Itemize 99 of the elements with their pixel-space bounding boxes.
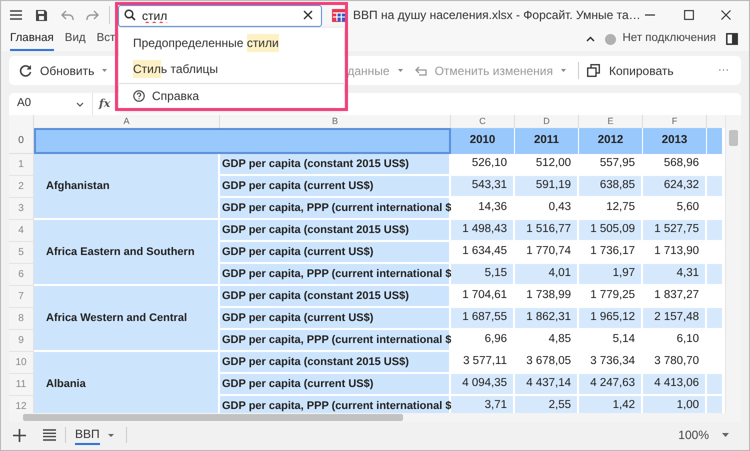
table-cell: 543,31	[451, 176, 515, 198]
toolbar-button[interactable]: Копировать	[587, 62, 674, 80]
list-icon[interactable]	[43, 429, 56, 441]
toolbar-button[interactable]: Обновить	[19, 62, 94, 80]
row-header[interactable]: 2	[9, 176, 34, 198]
more-button[interactable]: ···	[716, 62, 731, 79]
table-cell	[707, 374, 722, 396]
search-field[interactable]: стил	[118, 5, 322, 27]
table-cell: 4 094,35	[451, 374, 515, 396]
caret-icon[interactable]	[398, 69, 403, 72]
caret-icon[interactable]	[561, 69, 566, 72]
table-cell: GDP per capita (constant 2015 US$)	[220, 352, 451, 374]
row-header[interactable]: 4	[9, 220, 34, 242]
row-header[interactable]: 10	[9, 352, 34, 374]
table-cell: 1 965,12	[579, 308, 643, 330]
table-cell: 5,15	[451, 264, 515, 286]
row-header[interactable]: 1	[9, 154, 34, 176]
table-cell: 1,42	[579, 396, 643, 414]
table-cell: GDP per capita (constant 2015 US$)	[220, 220, 451, 242]
table-cell: GDP per capita (current US$)	[220, 176, 451, 198]
table-cell: 4,31	[643, 264, 707, 286]
table-cell: Africa Western and Central	[34, 286, 220, 352]
maximize-icon[interactable]	[684, 10, 694, 20]
table-cell: 4,01	[515, 264, 579, 286]
row-header[interactable]: 5	[9, 242, 34, 264]
table-cell: 591,19	[515, 176, 579, 198]
table-cell: Albania	[34, 352, 220, 414]
table-cell: 1 505,09	[579, 220, 643, 242]
table-cell	[707, 128, 722, 154]
undo-icon[interactable]	[61, 10, 74, 20]
table-cell: 638,85	[579, 176, 643, 198]
help-icon	[133, 90, 145, 102]
caret-icon[interactable]	[108, 434, 114, 436]
column-heading-cell: 2011	[515, 128, 579, 154]
return-arrow-icon	[414, 66, 428, 76]
row-header[interactable]: 7	[9, 286, 34, 308]
panel-icon[interactable]	[726, 33, 738, 45]
table-icon[interactable]	[332, 8, 346, 22]
table-cell: 2 157,48	[643, 308, 707, 330]
table-cell: 2,55	[515, 396, 579, 414]
table-cell: 4 437,14	[515, 374, 579, 396]
window-title: ВВП на душу населения.xlsx - Форсайт. Умные та…	[353, 7, 641, 24]
connection-status: Нет подключения	[622, 31, 716, 46]
row-header[interactable]: 0	[9, 128, 34, 154]
zoom-level[interactable]: 100%	[678, 426, 709, 444]
ribbon-tab[interactable]: Вид	[64, 29, 86, 51]
add-icon[interactable]	[13, 428, 26, 442]
table-cell	[707, 220, 722, 242]
redo-icon[interactable]	[86, 10, 99, 20]
ribbon-tab[interactable]: Главная	[10, 29, 54, 51]
row-header[interactable]: 6	[9, 264, 34, 286]
row-header[interactable]: 9	[9, 330, 34, 352]
save-icon[interactable]	[35, 8, 48, 22]
caret-icon[interactable]	[102, 69, 108, 72]
chevron-down-icon	[76, 102, 84, 106]
table-cell: GDP per capita (constant 2015 US$)	[220, 154, 451, 176]
copy-icon	[587, 64, 600, 77]
table-cell: Africa Eastern and Southern	[34, 220, 220, 286]
row-header[interactable]: 8	[9, 308, 34, 330]
row-header[interactable]: 3	[9, 198, 34, 220]
sheet-tab[interactable]: ВВП	[75, 425, 100, 445]
table-cell: 4 247,63	[579, 374, 643, 396]
caret-icon[interactable]	[722, 433, 729, 437]
table-cell: 1 498,43	[451, 220, 515, 242]
column-heading-cell: 2013	[643, 128, 707, 154]
table-cell: 1,00	[643, 396, 707, 414]
table-cell	[707, 176, 722, 198]
table-cell: 1 687,55	[451, 308, 515, 330]
table-cell: 4 413,06	[643, 374, 707, 396]
clear-icon[interactable]	[303, 10, 313, 20]
table-cell	[707, 264, 722, 286]
ribbon-tab[interactable]: Вст	[96, 29, 116, 51]
search-icon	[124, 9, 136, 21]
collapse-icon[interactable]	[586, 36, 594, 42]
column-heading-cell: 2012	[579, 128, 643, 154]
table-cell: GDP per capita (current US$)	[220, 308, 451, 330]
minimize-icon[interactable]	[645, 14, 655, 16]
selected-cell[interactable]	[34, 128, 451, 154]
table-cell: 3,71	[451, 396, 515, 414]
table-cell: GDP per capita (constant 2015 US$)	[220, 286, 451, 308]
table-cell: 1,97	[579, 264, 643, 286]
table-cell: Afghanistan	[34, 154, 220, 220]
table-cell	[707, 308, 722, 330]
table-cell: 1 527,75	[643, 220, 707, 242]
close-icon[interactable]	[721, 10, 731, 20]
search-result-item[interactable]: Стиль таблицы	[119, 56, 344, 82]
table-cell: 1 516,77	[515, 220, 579, 242]
search-result-item[interactable]: Предопределенные стили	[119, 30, 344, 56]
table-cell: 624,32	[643, 176, 707, 198]
menu-icon[interactable]	[9, 8, 23, 22]
column-heading-cell: 2010	[451, 128, 515, 154]
row-header[interactable]: 11	[9, 374, 34, 396]
table-cell: 1 862,31	[515, 308, 579, 330]
table-cell: GDP per capita (current US$)	[220, 242, 451, 264]
row-header[interactable]: 12	[9, 396, 34, 414]
table-cell: GDP per capita (current US$)	[220, 374, 451, 396]
refresh-icon	[19, 64, 32, 77]
help-menu-item[interactable]: Справка	[119, 84, 344, 108]
function-label: fx	[99, 96, 110, 112]
